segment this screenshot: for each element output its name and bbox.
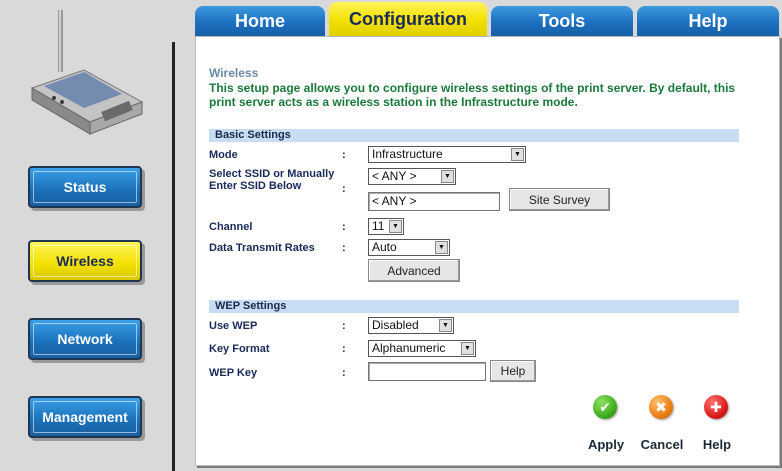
wep-settings-header: WEP Settings — [209, 300, 739, 313]
channel-select[interactable]: 11 ▼ — [368, 218, 404, 235]
sidebar-item-network[interactable]: Network — [28, 318, 142, 360]
colon: : — [342, 242, 346, 254]
ssid-select[interactable]: < ANY > ▼ — [368, 168, 456, 185]
help-label: Help — [702, 437, 732, 452]
channel-label: Channel — [209, 221, 253, 233]
sidebar: Status Wireless Network Management — [0, 0, 170, 471]
ssid-input[interactable]: < ANY > — [368, 192, 500, 211]
ssid-label-line1: Select SSID or Manually — [209, 168, 335, 180]
apply-label: Apply — [587, 437, 625, 452]
use-wep-label: Use WEP — [209, 320, 258, 332]
select-value: 11 — [372, 219, 385, 233]
top-tabs: Home Configuration Tools Help — [195, 0, 781, 36]
site-survey-button[interactable]: Site Survey — [509, 188, 610, 211]
sidebar-item-management[interactable]: Management — [28, 396, 142, 438]
print-server-device-image — [30, 10, 144, 135]
colon: : — [342, 367, 346, 379]
tab-label: Configuration — [349, 8, 467, 29]
tab-label: Tools — [538, 10, 586, 31]
advanced-button[interactable]: Advanced — [368, 259, 460, 282]
apply-button[interactable]: ✔ Apply — [581, 395, 631, 455]
button-label: Site Survey — [528, 192, 591, 207]
select-value: Disabled — [372, 318, 419, 332]
select-value: Infrastructure — [372, 147, 443, 161]
mode-select[interactable]: Infrastructure ▼ — [368, 146, 526, 163]
tab-label: Home — [234, 10, 285, 31]
basic-settings-header: Basic Settings — [209, 129, 739, 142]
page-description: This setup page allows you to configure … — [209, 81, 736, 109]
button-label: Help — [500, 364, 526, 378]
data-rate-label: Data Transmit Rates — [209, 242, 315, 254]
ssid-label-line2: Enter SSID Below — [209, 180, 302, 192]
chevron-down-icon: ▼ — [461, 342, 474, 355]
select-value: Alphanumeric — [372, 341, 446, 355]
tab-label: Help — [688, 10, 728, 31]
colon: : — [342, 221, 346, 233]
mode-label: Mode — [209, 149, 238, 161]
chevron-down-icon: ▼ — [441, 170, 454, 183]
data-rate-select[interactable]: Auto ▼ — [368, 239, 450, 256]
checkmark-icon: ✔ — [593, 395, 617, 419]
tab-configuration[interactable]: Configuration — [329, 2, 487, 36]
use-wep-select[interactable]: Disabled ▼ — [368, 317, 454, 334]
button-label: Advanced — [387, 263, 441, 278]
wep-key-input[interactable] — [368, 362, 486, 381]
sidebar-item-label: Wireless — [56, 253, 114, 269]
wep-key-label: WEP Key — [209, 367, 258, 379]
sidebar-item-status[interactable]: Status — [28, 166, 142, 208]
tab-home[interactable]: Home — [195, 6, 325, 36]
sidebar-divider — [172, 42, 175, 471]
key-format-label: Key Format — [209, 343, 270, 355]
page-title: Wireless — [209, 66, 259, 80]
colon: : — [342, 149, 346, 161]
chevron-down-icon: ▼ — [389, 220, 402, 233]
sidebar-item-label: Network — [57, 331, 113, 347]
colon: : — [342, 320, 346, 332]
key-format-select[interactable]: Alphanumeric ▼ — [368, 340, 476, 357]
sidebar-item-label: Status — [63, 179, 107, 195]
wep-help-button[interactable]: Help — [490, 360, 536, 382]
tab-help[interactable]: Help — [637, 6, 779, 36]
select-value: Auto — [372, 240, 397, 254]
cancel-button[interactable]: ✖ Cancel — [637, 395, 687, 455]
help-button[interactable]: ✚ Help — [692, 395, 742, 455]
ssid-input-value: < ANY > — [372, 194, 417, 208]
help-plus-icon: ✚ — [704, 395, 728, 419]
colon: : — [342, 343, 346, 355]
select-value: < ANY > — [372, 169, 417, 183]
cancel-label: Cancel — [640, 437, 684, 452]
sidebar-item-label: Management — [42, 409, 128, 425]
cancel-x-icon: ✖ — [649, 395, 673, 419]
sidebar-item-wireless[interactable]: Wireless — [28, 240, 142, 282]
tab-tools[interactable]: Tools — [491, 6, 633, 36]
colon: : — [342, 183, 346, 195]
chevron-down-icon: ▼ — [511, 148, 524, 161]
chevron-down-icon: ▼ — [435, 241, 448, 254]
chevron-down-icon: ▼ — [439, 319, 452, 332]
main-panel: Wireless This setup page allows you to c… — [195, 36, 780, 466]
